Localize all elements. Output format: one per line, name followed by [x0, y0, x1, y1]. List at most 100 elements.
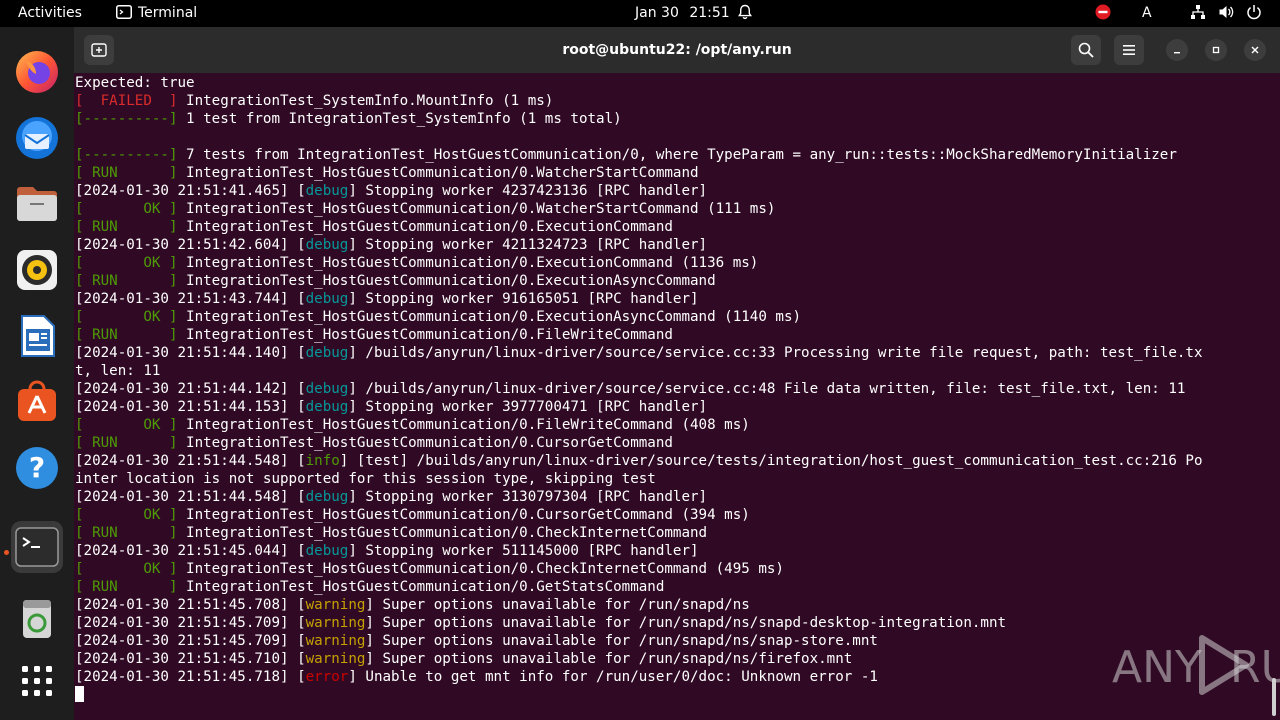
terminal-text-segment: IntegrationTest_HostGuestCommunication/0…: [177, 507, 750, 523]
terminal-line: [----------] 1 test from IntegrationTest…: [75, 110, 1265, 128]
terminal-line: [2024-01-30 21:51:45.708] [warning] Supe…: [75, 596, 1265, 614]
terminal-window: root@ubuntu22: /opt/any.run Expected: tr…: [74, 27, 1280, 720]
dock-item-firefox[interactable]: [11, 46, 63, 98]
maximize-icon: [1212, 46, 1220, 54]
terminal-line: [ OK ] IntegrationTest_HostGuestCommunic…: [75, 560, 1265, 578]
dock-item-libreoffice-writer[interactable]: [11, 310, 63, 362]
terminal-text-segment: [ OK ]: [75, 507, 178, 523]
terminal-text-segment: IntegrationTest_HostGuestCommunication/0…: [177, 219, 673, 235]
terminal-text-segment: IntegrationTest_HostGuestCommunication/0…: [177, 435, 673, 451]
terminal-text-segment: [2024-01-30 21:51:44.140] [: [75, 345, 306, 361]
terminal-line: [2024-01-30 21:51:44.140] [debug] /build…: [75, 344, 1265, 362]
dock-item-rhythmbox[interactable]: [11, 244, 63, 296]
files-icon: [17, 187, 57, 221]
minimize-button[interactable]: [1166, 39, 1188, 61]
terminal-line: [ RUN ] IntegrationTest_HostGuestCommuni…: [75, 524, 1265, 542]
terminal-line: [ OK ] IntegrationTest_HostGuestCommunic…: [75, 416, 1265, 434]
dock-item-ubuntu-software[interactable]: [11, 376, 63, 428]
volume-icon[interactable]: [1218, 0, 1234, 27]
terminal-text-segment: ] /builds/anyrun/linux-driver/source/ser…: [348, 345, 1203, 361]
terminal-text-segment: IntegrationTest_HostGuestCommunication/0…: [177, 165, 699, 181]
terminal-text-segment: debug: [305, 381, 349, 397]
svg-text:?: ?: [29, 451, 45, 484]
terminal-line: inter location is not supported for this…: [75, 470, 1265, 488]
terminal-text-segment: ] Stopping worker 4211324723 [RPC handle…: [348, 237, 708, 253]
watermark-text-right: RUN: [1230, 642, 1280, 693]
dock-item-trash[interactable]: [11, 593, 63, 645]
terminal-line: [ RUN ] IntegrationTest_HostGuestCommuni…: [75, 578, 1265, 596]
clock-time: 21:51: [689, 5, 730, 21]
terminal-line: [2024-01-30 21:51:45.718] [error] Unable…: [75, 668, 1265, 686]
terminal-text-segment: ] Stopping worker 916165051 [RPC handler…: [348, 291, 699, 307]
header-bar: root@ubuntu22: /opt/any.run: [74, 27, 1280, 73]
search-button[interactable]: [1071, 35, 1101, 65]
dock-item-thunderbird[interactable]: [11, 112, 63, 164]
terminal-text-segment: IntegrationTest_HostGuestCommunication/0…: [177, 273, 716, 289]
running-indicator: [4, 550, 9, 555]
clock[interactable]: Jan 30 21:51: [635, 0, 730, 27]
terminal-text-segment: [ FAILED ]: [75, 93, 178, 109]
terminal-line: [ FAILED ] IntegrationTest_SystemInfo.Mo…: [75, 92, 1265, 110]
input-source-indicator[interactable]: A: [1142, 0, 1152, 27]
terminal-line: [ RUN ] IntegrationTest_HostGuestCommuni…: [75, 164, 1265, 182]
terminal-text-segment: [2024-01-30 21:51:45.710] [: [75, 651, 306, 667]
maximize-button[interactable]: [1205, 39, 1227, 61]
power-icon[interactable]: [1246, 0, 1262, 27]
terminal-text-segment: [2024-01-30 21:51:42.604] [: [75, 237, 306, 253]
terminal-text-segment: [2024-01-30 21:51:45.708] [: [75, 597, 306, 613]
search-icon: [1078, 42, 1094, 58]
terminal-line: [ RUN ] IntegrationTest_HostGuestCommuni…: [75, 272, 1265, 290]
terminal-text-segment: 7 tests from IntegrationTest_HostGuestCo…: [177, 147, 1177, 163]
dock: ?: [0, 27, 74, 720]
do-not-disturb-icon[interactable]: [1095, 0, 1111, 27]
terminal-text-segment: [----------]: [75, 147, 178, 163]
dock-item-help[interactable]: ?: [11, 442, 63, 494]
menu-button[interactable]: [1114, 35, 1144, 65]
app-menu[interactable]: Terminal: [116, 0, 197, 27]
close-button[interactable]: [1244, 39, 1266, 61]
terminal-text-segment: Expected: true: [75, 75, 195, 91]
terminal-text-segment: [ RUN ]: [75, 525, 178, 541]
terminal-text-segment: debug: [305, 399, 349, 415]
terminal-text-segment: ] Super options unavailable for /run/sna…: [365, 651, 853, 667]
show-applications-button[interactable]: [11, 655, 63, 707]
terminal-line: [ RUN ] IntegrationTest_HostGuestCommuni…: [75, 218, 1265, 236]
terminal-text-segment: IntegrationTest_HostGuestCommunication/0…: [177, 561, 784, 577]
terminal-text-segment: [2024-01-30 21:51:45.709] [: [75, 633, 306, 649]
clock-date: Jan 30: [635, 5, 679, 21]
terminal-text-segment: [2024-01-30 21:51:44.548] [: [75, 453, 306, 469]
terminal-line: [2024-01-30 21:51:44.153] [debug] Stoppi…: [75, 398, 1265, 416]
terminal-text-segment: [ OK ]: [75, 309, 178, 325]
terminal-text-segment: IntegrationTest_HostGuestCommunication/0…: [177, 417, 750, 433]
terminal-text-segment: ] Super options unavailable for /run/sna…: [365, 597, 750, 613]
watermark-text-left: ANY: [1112, 642, 1202, 693]
terminal-text-segment: warning: [305, 651, 366, 667]
terminal-text-segment: ] Unable to get mnt info for /run/user/0…: [348, 669, 878, 685]
terminal-text-segment: ] Super options unavailable for /run/sna…: [365, 615, 1007, 631]
terminal-text-segment: [ RUN ]: [75, 435, 178, 451]
terminal-text-segment: [ RUN ]: [75, 327, 178, 343]
terminal-text-segment: [2024-01-30 21:51:45.044] [: [75, 543, 306, 559]
terminal-text-segment: IntegrationTest_HostGuestCommunication/0…: [177, 255, 759, 271]
close-icon: [1251, 46, 1259, 54]
libreoffice-writer-icon: [21, 315, 55, 357]
dock-item-files[interactable]: [11, 178, 63, 230]
terminal-text-segment: [2024-01-30 21:51:41.465] [: [75, 183, 306, 199]
terminal-icon: [15, 527, 59, 567]
thunderbird-icon: [16, 117, 58, 159]
terminal-text-segment: [2024-01-30 21:51:44.548] [: [75, 489, 306, 505]
terminal-text-segment: debug: [305, 237, 349, 253]
terminal-line: [ RUN ] IntegrationTest_HostGuestCommuni…: [75, 434, 1265, 452]
network-icon[interactable]: [1190, 0, 1206, 27]
activities-button[interactable]: Activities: [18, 0, 82, 27]
terminal-text-segment: ] Stopping worker 511145000 [RPC handler…: [348, 543, 699, 559]
terminal-output[interactable]: Expected: true[ FAILED ] IntegrationTest…: [75, 74, 1265, 714]
dock-item-terminal[interactable]: [11, 521, 63, 573]
terminal-line: [2024-01-30 21:51:42.604] [debug] Stoppi…: [75, 236, 1265, 254]
terminal-text-segment: IntegrationTest_HostGuestCommunication/0…: [177, 201, 776, 217]
terminal-line: t, len: 11: [75, 362, 1265, 380]
terminal-text-segment: error: [305, 669, 349, 685]
hamburger-menu-icon: [1123, 45, 1135, 55]
terminal-line: [----------] 7 tests from IntegrationTes…: [75, 146, 1265, 164]
